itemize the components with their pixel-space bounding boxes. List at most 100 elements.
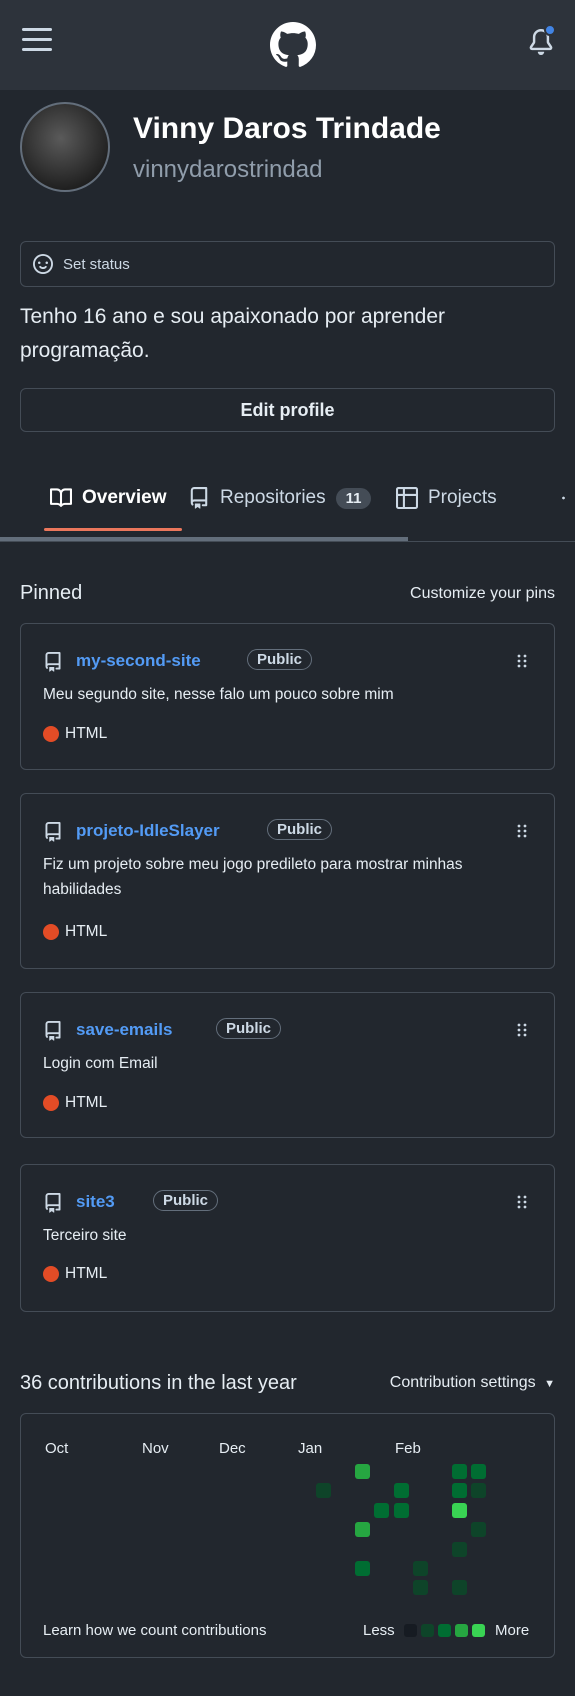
legend-swatch <box>438 1624 451 1637</box>
set-status-button[interactable]: Set status <box>20 241 555 287</box>
triangle-down-icon: ▼ <box>544 1378 555 1390</box>
month-label: Oct <box>45 1440 69 1457</box>
contribution-day-cell[interactable] <box>374 1502 390 1518</box>
contribution-day-cell[interactable] <box>354 1561 370 1576</box>
smiley-icon <box>33 254 53 274</box>
table-icon <box>396 487 418 509</box>
package-icon <box>562 496 565 500</box>
active-tab-underline <box>44 528 182 531</box>
repo-name-link[interactable]: projeto-IdleSlayer <box>76 821 220 841</box>
tab-overview-label: Overview <box>82 487 167 508</box>
learn-contributions-link[interactable]: Learn how we count contributions <box>43 1622 266 1639</box>
edit-profile-button[interactable]: Edit profile <box>20 388 555 432</box>
contribution-day-cell[interactable] <box>471 1464 487 1479</box>
repo-icon <box>45 822 61 842</box>
drag-handle-icon[interactable] <box>516 1022 528 1038</box>
contribution-graph: Learn how we count contributions Less Mo… <box>20 1413 555 1658</box>
legend-swatch <box>421 1624 434 1637</box>
contribution-day-cell[interactable] <box>451 1483 467 1499</box>
avatar[interactable] <box>20 102 110 192</box>
month-label: Dec <box>219 1440 246 1457</box>
tab-overview[interactable]: Overview <box>50 470 167 526</box>
tabs-divider <box>0 541 575 542</box>
notification-dot <box>544 24 556 36</box>
language-color-dot <box>43 1095 59 1111</box>
visibility-badge: Public <box>267 819 333 840</box>
contribution-day-cell[interactable] <box>451 1464 467 1479</box>
drag-handle-icon[interactable] <box>516 823 528 839</box>
profile-full-name: Vinny Daros Trindade <box>133 112 441 145</box>
pinned-repo-card: projeto-IdleSlayer Public Fiz um projeto… <box>20 793 555 969</box>
visibility-badge: Public <box>153 1190 219 1211</box>
month-label: Nov <box>142 1440 169 1457</box>
top-header <box>0 0 575 90</box>
contribution-day-cell[interactable] <box>451 1541 467 1557</box>
visibility-badge: Public <box>247 649 313 670</box>
contribution-day-cell[interactable] <box>451 1502 467 1518</box>
customize-pins-link[interactable]: Customize your pins <box>410 585 555 603</box>
set-status-label: Set status <box>63 255 130 273</box>
profile-header: Vinny Daros Trindade vinnydarostrindad <box>20 102 555 192</box>
language-color-dot <box>43 924 59 940</box>
hamburger-menu-icon[interactable] <box>22 28 52 52</box>
tab-projects[interactable]: Projects <box>396 470 497 526</box>
contribution-day-cell[interactable] <box>393 1502 409 1518</box>
visibility-badge: Public <box>216 1018 282 1039</box>
pinned-heading: Pinned <box>20 582 83 604</box>
repo-description: Fiz um projeto sobre meu jogo predileto … <box>43 856 463 898</box>
notifications-bell-icon[interactable] <box>528 24 556 56</box>
pinned-repo-card: site3 Public Terceiro site HTML <box>20 1164 555 1312</box>
month-label: Jan <box>298 1440 323 1457</box>
contribution-day-cell[interactable] <box>413 1561 428 1576</box>
contribution-day-cell[interactable] <box>471 1483 487 1499</box>
repo-name-link[interactable]: my-second-site <box>76 651 201 671</box>
contribution-day-cell[interactable] <box>471 1522 487 1538</box>
language-color-dot <box>43 1266 59 1282</box>
contribution-day-cell[interactable] <box>393 1483 409 1499</box>
legend-less-label: Less <box>363 1622 395 1639</box>
drag-handle-icon[interactable] <box>516 653 528 669</box>
profile-username: vinnydarostrindad <box>133 156 323 183</box>
repo-language: HTML <box>43 1094 107 1112</box>
repo-language-label: HTML <box>65 923 108 940</box>
repo-icon <box>45 1021 61 1041</box>
repo-name-link[interactable]: save-emails <box>76 1020 172 1040</box>
legend-more-label: More <box>495 1622 530 1639</box>
repo-icon <box>45 1193 61 1213</box>
month-label: Feb <box>395 1440 421 1457</box>
contribution-settings-label: Contribution settings <box>389 1374 536 1391</box>
language-color-dot <box>43 726 59 742</box>
repo-language-label: HTML <box>65 725 108 742</box>
tab-projects-label: Projects <box>428 487 497 508</box>
repo-language: HTML <box>43 923 107 941</box>
repo-icon <box>190 487 208 509</box>
repositories-count-badge: 11 <box>335 487 372 509</box>
contribution-day-cell[interactable] <box>354 1464 370 1479</box>
repo-description: Terceiro site <box>43 1227 127 1244</box>
contribution-day-cell[interactable] <box>354 1522 370 1538</box>
tab-repositories[interactable]: Repositories 11 <box>188 470 372 526</box>
legend-swatch <box>404 1624 417 1637</box>
pinned-repo-card: my-second-site Public Meu segundo site, … <box>20 623 555 770</box>
legend-swatch <box>455 1624 468 1637</box>
github-logo-icon[interactable] <box>270 22 316 68</box>
repo-language: HTML <box>43 1265 107 1283</box>
contribution-settings-dropdown[interactable]: Contribution settings ▼ <box>390 1374 555 1392</box>
contribution-day-cell[interactable] <box>451 1580 467 1596</box>
tab-packages-partial[interactable] <box>562 470 575 526</box>
repo-description: Login com Email <box>43 1055 158 1072</box>
repo-icon <box>45 652 61 672</box>
contribution-day-cell[interactable] <box>413 1580 428 1596</box>
repo-language-label: HTML <box>65 1094 108 1111</box>
tab-repositories-label: Repositories <box>220 487 326 508</box>
repo-description: Meu segundo site, nesse falo um pouco so… <box>43 686 394 703</box>
pinned-repo-card: save-emails Public Login com Email HTML <box>20 992 555 1138</box>
profile-tabs: Overview Repositories 11 Projects <box>0 470 575 530</box>
book-icon <box>50 488 72 507</box>
repo-name-link[interactable]: site3 <box>76 1192 115 1212</box>
contribution-day-cell[interactable] <box>316 1483 331 1499</box>
repo-language-label: HTML <box>65 1265 108 1282</box>
drag-handle-icon[interactable] <box>516 1194 528 1210</box>
legend-swatch <box>472 1624 485 1637</box>
repo-language: HTML <box>43 725 107 743</box>
